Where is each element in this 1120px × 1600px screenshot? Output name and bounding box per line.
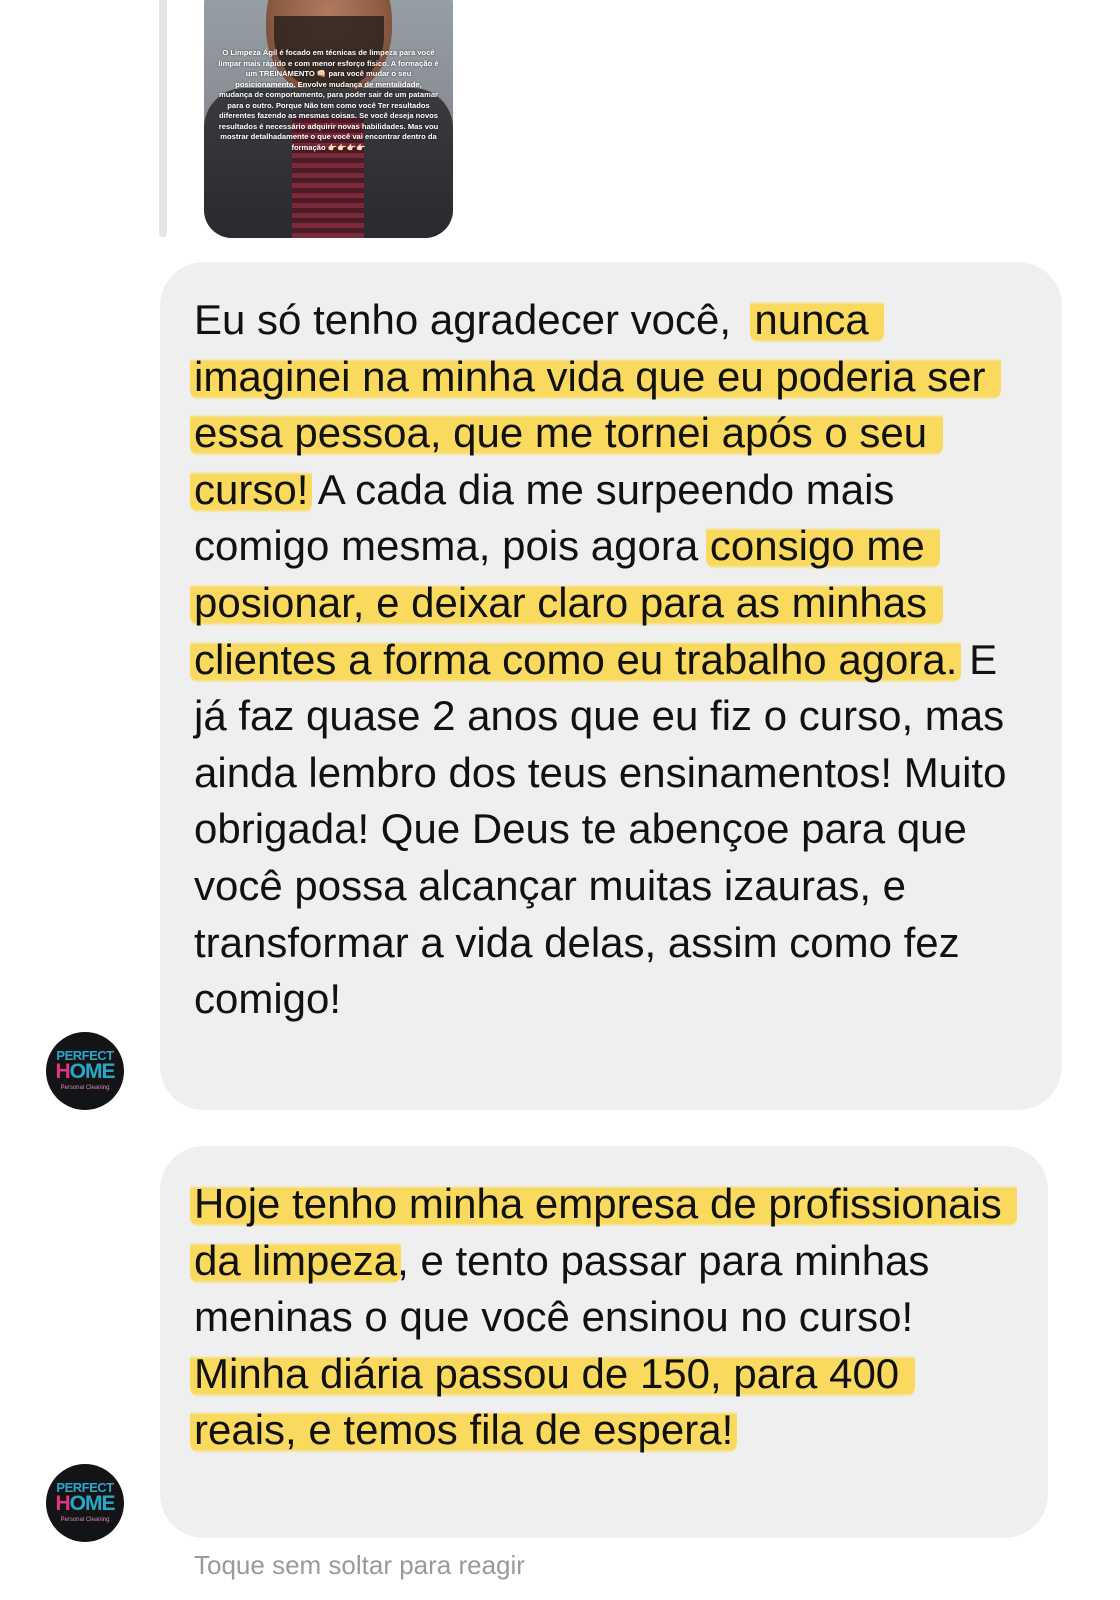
avatar-logo-ome: OME bbox=[69, 1060, 116, 1083]
avatar-logo-line2: HOME bbox=[46, 1492, 124, 1516]
avatar-logo-ome: OME bbox=[69, 1492, 116, 1515]
avatar-logo-tagline: Personal Cleaning bbox=[60, 1085, 110, 1091]
highlighted-text: Minha diária passou de 150, para 400 rea… bbox=[190, 1349, 915, 1454]
message-text: Hoje tenho minha empresa de profissionai… bbox=[190, 1176, 1018, 1459]
avatar-logo-line2: HOME bbox=[46, 1060, 124, 1084]
message-segment: Eu só tenho agradecer você, bbox=[194, 296, 755, 343]
story-caption: O Limpeza Ágil é focado em técnicas de l… bbox=[218, 48, 439, 152]
message-bubble[interactable]: Hoje tenho minha empresa de profissionai… bbox=[160, 1146, 1048, 1538]
react-hint: Toque sem soltar para reagir bbox=[194, 1550, 525, 1580]
avatar-logo-h: H bbox=[55, 1060, 70, 1083]
avatar-logo-tagline: Personal Cleaning bbox=[60, 1517, 110, 1523]
reply-thread-line bbox=[159, 0, 167, 237]
avatar-logo-h: H bbox=[55, 1492, 70, 1515]
story-reply-thumbnail[interactable]: O Limpeza Ágil é focado em técnicas de l… bbox=[204, 0, 453, 238]
message-bubble[interactable]: Eu só tenho agradecer você, nunca imagin… bbox=[160, 262, 1062, 1110]
message-text: Eu só tenho agradecer você, nunca imagin… bbox=[190, 292, 1026, 1028]
avatar[interactable]: PERFECT HOME Personal Cleaning bbox=[46, 1032, 124, 1110]
avatar[interactable]: PERFECT HOME Personal Cleaning bbox=[46, 1464, 124, 1542]
message-segment: E já faz quase 2 anos que eu fiz o curso… bbox=[194, 635, 1019, 1023]
